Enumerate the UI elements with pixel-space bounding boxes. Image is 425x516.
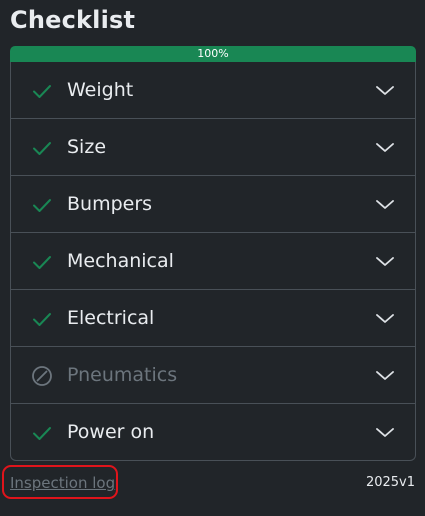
checklist-item-electrical[interactable]: Electrical: [11, 290, 415, 347]
progress-label: 100%: [197, 47, 229, 60]
checklist-item-label: Power on: [67, 421, 155, 443]
checklist-item-label: Weight: [67, 79, 134, 101]
chevron-down-icon: [376, 314, 394, 323]
check-icon: [33, 427, 51, 440]
chevron-down-icon: [376, 428, 394, 437]
chevron-down-icon: [376, 143, 394, 152]
page-title: Checklist: [10, 6, 136, 34]
checklist-item-label: Bumpers: [67, 193, 153, 215]
check-icon: [33, 313, 51, 326]
chevron-down-icon: [376, 200, 394, 209]
checklist-item-size[interactable]: Size: [11, 119, 415, 176]
version-label: 2025v1: [365, 475, 415, 490]
checklist-item-bumpers[interactable]: Bumpers: [11, 176, 415, 233]
chevron-down-icon: [376, 86, 394, 95]
progress-bar: 100%: [10, 46, 416, 62]
check-icon: [33, 256, 51, 269]
chevron-down-icon: [376, 371, 394, 380]
progress-fill: 100%: [10, 46, 416, 62]
prohibited-icon: [32, 366, 52, 386]
checklist-item-pneumatics[interactable]: Pneumatics: [11, 347, 415, 404]
check-icon: [33, 142, 51, 155]
chevron-down-icon: [376, 257, 394, 266]
check-icon: [33, 199, 51, 212]
checklist-item-label: Pneumatics: [67, 364, 178, 386]
checklist-item-label: Electrical: [67, 307, 155, 329]
checklist-item-label: Mechanical: [67, 250, 174, 272]
check-icon: [33, 85, 51, 98]
checklist-item-mechanical[interactable]: Mechanical: [11, 233, 415, 290]
inspection-log-link[interactable]: Inspection log: [10, 474, 115, 492]
checklist-item-weight[interactable]: Weight: [11, 62, 415, 119]
checklist-item-label: Size: [67, 136, 107, 158]
checklist-accordion: Weight Size Bumpers Mechanical Electrica…: [10, 62, 416, 461]
checklist-page: Checklist 100% Weight Size Bumpers Mecha…: [0, 0, 425, 516]
checklist-item-power-on[interactable]: Power on: [11, 404, 415, 460]
